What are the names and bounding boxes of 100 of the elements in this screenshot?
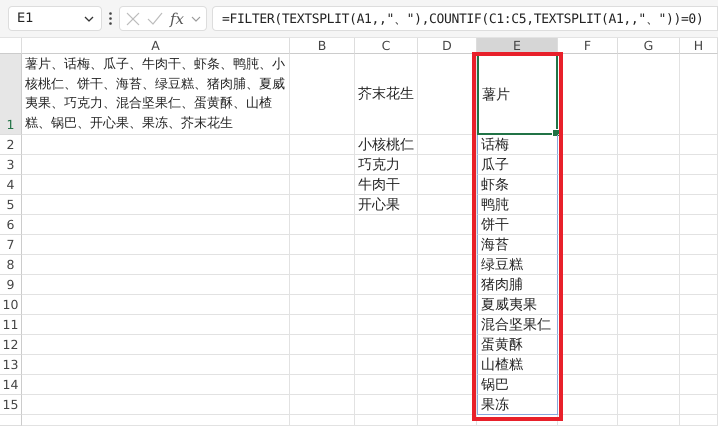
column-header[interactable]: C [355, 38, 418, 54]
row-header[interactable]: 4 [0, 175, 22, 195]
row-header[interactable]: 8 [0, 255, 22, 275]
table-cell [355, 295, 418, 315]
table-cell [680, 235, 718, 255]
table-cell: 蛋黄酥 [477, 335, 558, 355]
table-cell [680, 195, 718, 215]
row-header[interactable]: 9 [0, 275, 22, 295]
check-icon[interactable] [147, 12, 163, 25]
column-header[interactable]: H [680, 38, 718, 54]
table-cell [355, 355, 418, 375]
table-cell [355, 215, 418, 235]
table-cell [290, 355, 355, 375]
table-cell [558, 195, 618, 215]
row-header[interactable] [0, 415, 22, 426]
table-cell [618, 395, 680, 415]
table-cell: 开心果 [355, 195, 418, 215]
table-cell [418, 355, 477, 375]
table-cell [618, 195, 680, 215]
table-cell [290, 135, 355, 155]
table-cell [290, 335, 355, 355]
table-cell [290, 155, 355, 175]
table-cell [680, 355, 718, 375]
table-cell [558, 335, 618, 355]
table-cell [355, 235, 418, 255]
table-cell [355, 255, 418, 275]
table-cell [680, 135, 718, 155]
table-cell [618, 415, 680, 426]
table-cell: 小核桃仁 [355, 135, 418, 155]
column-header[interactable]: D [418, 38, 477, 54]
table-cell [418, 335, 477, 355]
table-cell: 猪肉脯 [477, 275, 558, 295]
row-header[interactable]: 7 [0, 235, 22, 255]
table-cell [418, 275, 477, 295]
table-cell [618, 335, 680, 355]
table-cell: 果冻 [477, 395, 558, 415]
row-header[interactable]: 14 [0, 375, 22, 395]
more-icon[interactable] [109, 12, 112, 25]
table-cell [558, 295, 618, 315]
table-cell: 薯片 [477, 54, 558, 135]
row-header[interactable]: 2 [0, 135, 22, 155]
table-cell [418, 295, 477, 315]
column-header[interactable]: B [290, 38, 355, 54]
formula-field[interactable]: =FILTER(TEXTSPLIT(A1,,"、"),COUNTIF(C1:C5,TEXTSPLIT(A1,,"、"))=0) [212, 6, 718, 31]
table-cell [418, 235, 477, 255]
row-header[interactable]: 6 [0, 215, 22, 235]
table-cell: 鸭肫 [477, 195, 558, 215]
row-header[interactable]: 11 [0, 315, 22, 335]
cancel-icon[interactable] [126, 12, 140, 26]
row-header[interactable]: 12 [0, 335, 22, 355]
row-header[interactable]: 5 [0, 195, 22, 215]
table-cell [418, 155, 477, 175]
table-cell [618, 235, 680, 255]
table-cell [290, 395, 355, 415]
table-cell [680, 215, 718, 235]
table-cell [680, 155, 718, 175]
table-cell [618, 215, 680, 235]
table-cell [418, 195, 477, 215]
row-header[interactable]: 1 [0, 54, 22, 135]
table-cell [558, 355, 618, 375]
table-cell [680, 175, 718, 195]
table-cell [355, 335, 418, 355]
row-header[interactable]: 13 [0, 355, 22, 375]
table-cell: 夏威夷果 [477, 295, 558, 315]
table-cell [680, 375, 718, 395]
row-header[interactable]: 10 [0, 295, 22, 315]
table-cell [618, 315, 680, 335]
table-cell [418, 395, 477, 415]
table-cell [418, 215, 477, 235]
table-cell [558, 415, 618, 426]
chevron-down-icon[interactable] [191, 16, 202, 22]
column-header[interactable]: A [22, 38, 290, 54]
table-cell [418, 375, 477, 395]
table-cell [558, 315, 618, 335]
table-cell [558, 235, 618, 255]
table-cell [355, 395, 418, 415]
chevron-down-icon [84, 16, 94, 22]
select-all-corner[interactable] [0, 38, 22, 54]
table-cell [290, 175, 355, 195]
table-cell [680, 395, 718, 415]
table-cell [618, 375, 680, 395]
name-box[interactable]: E1 [8, 6, 102, 31]
table-cell [558, 275, 618, 295]
table-cell: 虾条 [477, 175, 558, 195]
table-cell: 话梅 [477, 135, 558, 155]
table-cell [618, 355, 680, 375]
table-cell [680, 335, 718, 355]
table-cell [290, 215, 355, 235]
table-cell [290, 415, 355, 426]
column-header[interactable]: G [618, 38, 680, 54]
row-header[interactable]: 3 [0, 155, 22, 175]
table-cell [418, 135, 477, 155]
row-header[interactable]: 15 [0, 395, 22, 415]
table-cell [618, 175, 680, 195]
table-cell: 牛肉干 [355, 175, 418, 195]
table-cell [290, 315, 355, 335]
insert-function-button[interactable]: fx [170, 10, 184, 28]
table-cell [558, 395, 618, 415]
table-cell [680, 255, 718, 275]
table-cell [618, 275, 680, 295]
